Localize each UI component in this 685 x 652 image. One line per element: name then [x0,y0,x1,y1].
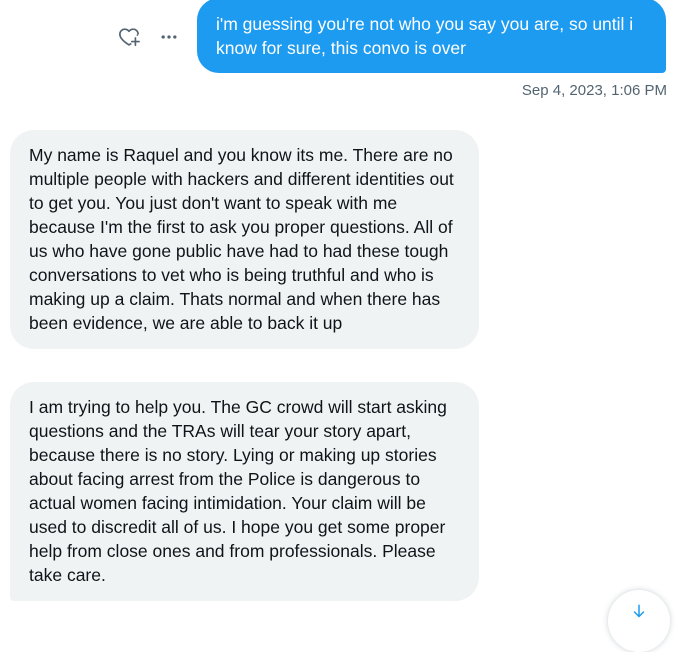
received-message-bubble[interactable]: I am trying to help you. The GC crowd wi… [10,382,479,601]
sent-message-row: i'm guessing you're not who you say you … [0,0,685,74]
sent-message-bubble[interactable]: i'm guessing you're not who you say you … [197,0,666,73]
received-message-bubble[interactable]: My name is Raquel and you know its me. T… [10,130,479,349]
message-timestamp: Sep 4, 2023, 1:06 PM [521,82,667,99]
arrow-down-icon [630,603,648,652]
scroll-to-bottom-button[interactable] [608,590,670,652]
message-actions [116,24,182,50]
more-horizontal-icon[interactable] [156,24,182,50]
heart-plus-icon[interactable] [116,24,142,50]
